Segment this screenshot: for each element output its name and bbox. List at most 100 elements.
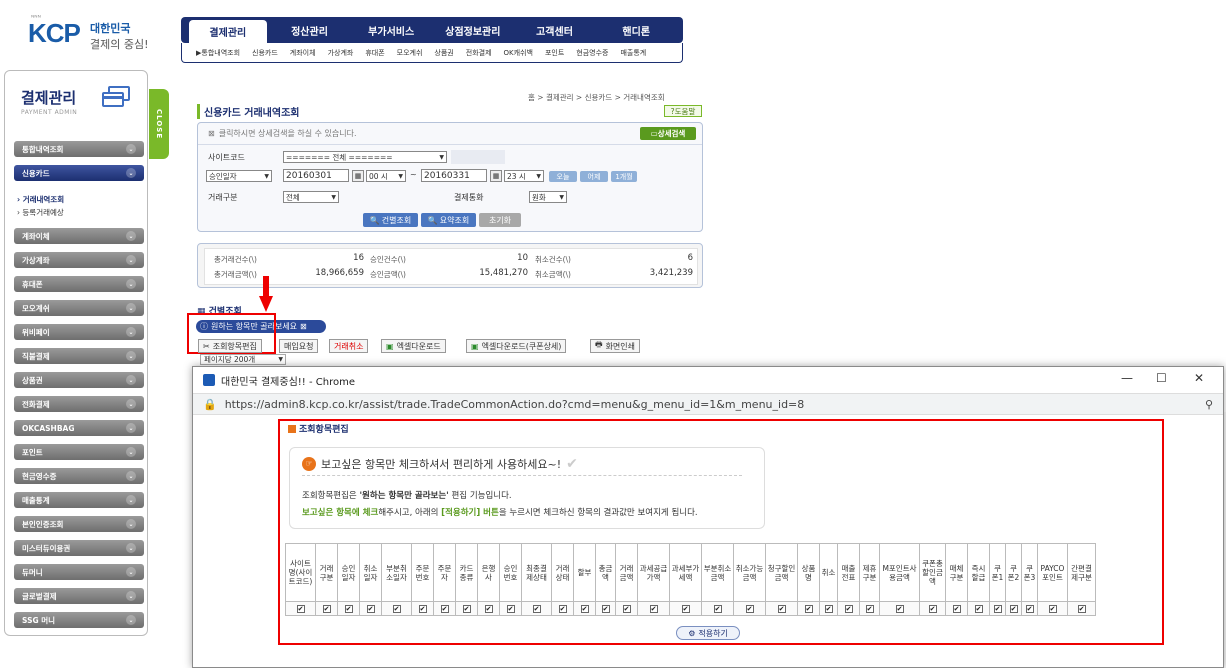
zoom-icon[interactable]: ⚲: [1205, 398, 1213, 411]
sidebar-close-button[interactable]: CLOSE: [149, 89, 169, 159]
column-checkbox[interactable]: ✔: [532, 605, 541, 613]
summary-search-button[interactable]: 🔍 요약조회: [421, 213, 476, 227]
column-checkbox[interactable]: ✔: [392, 605, 401, 613]
column-checkbox[interactable]: ✔: [952, 605, 961, 613]
sidebar-item[interactable]: 전화결제 ⌄: [14, 396, 144, 412]
sidebar-item[interactable]: 상품권 ⌄: [14, 372, 144, 388]
sidebar-item[interactable]: 매출통계 ⌄: [14, 492, 144, 508]
column-checkbox[interactable]: ✔: [366, 605, 375, 613]
column-checkbox[interactable]: ✔: [844, 605, 853, 613]
sidebar-item[interactable]: SSG 머니 ⌄: [14, 612, 144, 628]
sidebar-item[interactable]: 포인트 ⌄: [14, 444, 144, 460]
sidebar-item[interactable]: 휴대폰 ⌄: [14, 276, 144, 292]
popup-titlebar[interactable]: 대한민국 결제중심!! - Chrome — ☐ ✕: [193, 367, 1223, 393]
column-checkbox[interactable]: ✔: [440, 605, 449, 613]
column-checkbox[interactable]: ✔: [296, 605, 305, 613]
excel-coupon-download-button[interactable]: ▣ 엑셀다운로드(쿠폰상세): [466, 339, 567, 353]
calendar-icon[interactable]: ▦: [490, 170, 502, 182]
edit-columns-button[interactable]: ✂ 조회항목편집: [198, 339, 262, 353]
column-checkbox[interactable]: ✔: [1025, 605, 1034, 613]
date-type-select[interactable]: 승인일자 ▼: [206, 170, 272, 182]
tab-store-info[interactable]: 상점정보관리: [434, 20, 512, 40]
column-checkbox[interactable]: ✔: [681, 605, 690, 613]
date-to-input[interactable]: 20160331: [421, 169, 487, 182]
sidebar-item[interactable]: 글로벌결제 ⌄: [14, 588, 144, 604]
excel-download-button[interactable]: ▣ 엑셀다운로드: [381, 339, 446, 353]
column-checkbox[interactable]: ✔: [344, 605, 353, 613]
tab-handyloan[interactable]: 핸디론: [597, 20, 675, 40]
quick-month-button[interactable]: 1개월: [611, 171, 637, 182]
tab-addon[interactable]: 부가서비스: [352, 20, 430, 40]
column-checkbox[interactable]: ✔: [322, 605, 331, 613]
sidebar-item[interactable]: 직불결제 ⌄: [14, 348, 144, 364]
subnav-item[interactable]: 상품권: [434, 48, 453, 58]
tab-settlement[interactable]: 정산관리: [271, 20, 349, 40]
column-checkbox[interactable]: ✔: [713, 605, 722, 613]
calendar-icon[interactable]: ▦: [352, 170, 364, 182]
subnav-item[interactable]: 매출통계: [620, 48, 646, 58]
subnav-item[interactable]: OK캐쉬백: [504, 48, 533, 58]
search-header[interactable]: ⊠ 클릭하시면 상세검색을 하실 수 있습니다. ▭ 상세검색: [198, 123, 702, 145]
sidebar-subitem[interactable]: › 등록거래예상: [17, 207, 64, 218]
subnav-item[interactable]: 계좌이체: [290, 48, 316, 58]
hour-from-select[interactable]: 00 시 ▼: [366, 170, 406, 182]
currency-select[interactable]: 원화 ▼: [529, 191, 567, 203]
detail-search-button[interactable]: ▭ 상세검색: [640, 127, 696, 140]
subnav-item[interactable]: 모오계쉬: [397, 48, 423, 58]
sidebar-item[interactable]: 본인인증조회 ⌄: [14, 516, 144, 532]
subnav-item[interactable]: 포인트: [545, 48, 564, 58]
column-checkbox[interactable]: ✔: [777, 605, 786, 613]
column-checkbox[interactable]: ✔: [745, 605, 754, 613]
tab-customer-center[interactable]: 고객센터: [516, 20, 594, 40]
sidebar-item[interactable]: 미스터듀이용권 ⌄: [14, 540, 144, 556]
sidebar-item-credit-card[interactable]: 신용카드 ⌄: [14, 165, 144, 181]
column-checkbox[interactable]: ✔: [1048, 605, 1057, 613]
help-button[interactable]: ? 도움말: [664, 105, 702, 117]
tab-payment[interactable]: 결제관리: [189, 20, 267, 43]
sidebar-item[interactable]: 현금영수증 ⌄: [14, 468, 144, 484]
sidebar-item[interactable]: 모오계쉬 ⌄: [14, 300, 144, 316]
column-checkbox[interactable]: ✔: [928, 605, 937, 613]
column-checkbox[interactable]: ✔: [418, 605, 427, 613]
subnav-item[interactable]: 휴대폰: [365, 48, 384, 58]
column-checkbox[interactable]: ✔: [974, 605, 983, 613]
subnav-item[interactable]: 현금영수증: [576, 48, 608, 58]
per-page-select[interactable]: 페이지당 200개 ▼: [200, 354, 286, 365]
column-checkbox[interactable]: ✔: [649, 605, 658, 613]
column-checkbox[interactable]: ✔: [993, 605, 1002, 613]
subnav-item[interactable]: ▶통합내역조회: [196, 48, 240, 58]
column-checkbox[interactable]: ✔: [506, 605, 515, 613]
column-checkbox[interactable]: ✔: [865, 605, 874, 613]
column-checkbox[interactable]: ✔: [1009, 605, 1018, 613]
date-from-input[interactable]: 20160301: [283, 169, 349, 182]
sidebar-item[interactable]: 위비페이 ⌄: [14, 324, 144, 340]
close-window-button[interactable]: ✕: [1194, 371, 1204, 385]
purchase-request-button[interactable]: 매입요청: [279, 339, 319, 353]
sidebar-item[interactable]: 계좌이체 ⌄: [14, 228, 144, 244]
quick-today-button[interactable]: 오늘: [549, 171, 577, 182]
subnav-item[interactable]: 가상계좌: [328, 48, 354, 58]
minimize-button[interactable]: —: [1121, 371, 1133, 385]
column-checkbox[interactable]: ✔: [462, 605, 471, 613]
apply-button[interactable]: ⚙ 적용하기: [676, 626, 740, 640]
print-button[interactable]: 🖶 화면인쇄: [590, 339, 641, 353]
subnav-item[interactable]: 신용카드: [252, 48, 278, 58]
column-checkbox[interactable]: ✔: [558, 605, 567, 613]
url-bar[interactable]: 🔒 https://admin8.kcp.co.kr/assist/trade.…: [193, 393, 1223, 415]
reset-button[interactable]: 초기화: [479, 213, 521, 227]
column-checkbox[interactable]: ✔: [824, 605, 833, 613]
sidebar-item[interactable]: 가상계좌 ⌄: [14, 252, 144, 268]
close-icon[interactable]: ⊠: [300, 322, 307, 331]
column-checkbox[interactable]: ✔: [484, 605, 493, 613]
search-button[interactable]: 🔍 건별조회: [363, 213, 418, 227]
sidebar-item[interactable]: 듀머니 ⌄: [14, 564, 144, 580]
column-checkbox[interactable]: ✔: [601, 605, 610, 613]
subnav-item[interactable]: 전화결제: [466, 48, 492, 58]
column-checkbox[interactable]: ✔: [804, 605, 813, 613]
kcp-logo[interactable]: ᴺᴺᴺ KCP 대한민국 결제의 중심!: [28, 12, 158, 52]
sidebar-item[interactable]: 통합내역조회 ⌄: [14, 141, 144, 157]
maximize-button[interactable]: ☐: [1156, 371, 1167, 385]
column-checkbox[interactable]: ✔: [622, 605, 631, 613]
sidebar-item[interactable]: OKCASHBAG ⌄: [14, 420, 144, 436]
column-checkbox[interactable]: ✔: [1077, 605, 1086, 613]
